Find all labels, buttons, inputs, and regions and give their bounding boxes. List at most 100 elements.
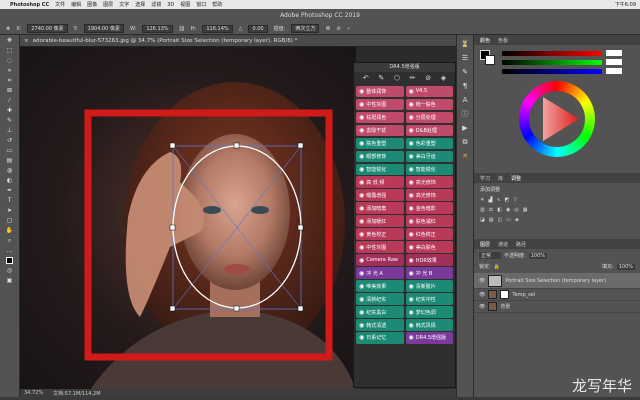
marquee-icon[interactable]: ⬚ bbox=[4, 46, 16, 55]
move-tool-icon[interactable]: ✥ bbox=[6, 26, 10, 32]
lock-icon[interactable]: 🔒 bbox=[494, 264, 500, 270]
color-balance-icon[interactable]: ⚖ bbox=[489, 207, 493, 213]
path-select-icon[interactable]: ➤ bbox=[4, 206, 16, 215]
plugin-button[interactable]: ◉ 冲 光 B bbox=[405, 267, 453, 279]
pen-icon[interactable]: ✒ bbox=[4, 186, 16, 195]
brightness-icon[interactable]: ☀ bbox=[480, 197, 484, 203]
tab-learn[interactable]: 学习 bbox=[480, 175, 490, 182]
green-value-field[interactable] bbox=[606, 59, 622, 65]
warp-icon[interactable]: ⌘ bbox=[325, 26, 330, 32]
plugin-button[interactable]: ◉ 智能锐化 bbox=[356, 163, 404, 175]
tab-paths[interactable]: 路径 bbox=[516, 241, 526, 248]
zoom-level[interactable]: 34.72% bbox=[24, 390, 43, 396]
plugin-button[interactable]: ◉ 统一肤色 bbox=[405, 98, 453, 110]
menu-item-file[interactable]: 文件 bbox=[55, 1, 65, 8]
plugin-button[interactable]: ◉ 添加暗角 bbox=[356, 202, 404, 214]
green-slider[interactable] bbox=[502, 60, 602, 65]
posterize-icon[interactable]: ▨ bbox=[489, 217, 494, 223]
plugin-button[interactable]: ◉ 美白肤色 bbox=[405, 241, 453, 253]
plugin-undo-icon[interactable]: ↶ bbox=[363, 74, 369, 82]
levels-icon[interactable]: ▟ bbox=[488, 197, 492, 203]
plugin-button[interactable]: ◉ 清新胶片 bbox=[405, 280, 453, 292]
visibility-eye-icon[interactable]: 👁 bbox=[479, 304, 485, 310]
menu-item-type[interactable]: 文字 bbox=[119, 1, 129, 8]
blue-slider[interactable] bbox=[502, 69, 602, 74]
history-brush-icon[interactable]: ↺ bbox=[4, 136, 16, 145]
plugin-button[interactable]: ◉ 色彩重塑 bbox=[405, 137, 453, 149]
zoom-icon[interactable]: ⌕ bbox=[4, 236, 16, 245]
plugin-button[interactable]: ◉ 去除干扰 bbox=[356, 124, 404, 136]
channel-mixer-icon[interactable]: ◎ bbox=[514, 207, 518, 213]
actions-panel-icon[interactable]: ▶ bbox=[460, 123, 470, 133]
opacity-field[interactable]: 100% bbox=[528, 252, 547, 259]
curves-icon[interactable]: ∿ bbox=[496, 197, 500, 203]
plugin-hexagon-icon[interactable]: ⬡ bbox=[394, 74, 400, 82]
layer-name[interactable]: Temp_sel bbox=[512, 292, 535, 298]
eyedropper-icon[interactable]: ⁄ bbox=[4, 96, 16, 105]
invert-icon[interactable]: ◪ bbox=[480, 217, 485, 223]
plugin-button[interactable]: ◉ 添加暖红 bbox=[356, 215, 404, 227]
plugin-button[interactable]: ◉ 冲 光 A bbox=[356, 267, 404, 279]
plugin-button[interactable]: ◉ 韩式风情 bbox=[405, 319, 453, 331]
layer-name[interactable]: 背景 bbox=[500, 303, 510, 310]
info-panel-icon[interactable]: ⓘ bbox=[460, 109, 470, 119]
plugin-button[interactable]: ◉ 曝露增强 bbox=[356, 189, 404, 201]
plugin-button[interactable]: ◉ 高 低 频 bbox=[356, 176, 404, 188]
color-triangle[interactable] bbox=[529, 91, 585, 147]
menu-item-edit[interactable]: 编辑 bbox=[71, 1, 81, 8]
plugin-button[interactable]: ◉ 韩式清透 bbox=[356, 319, 404, 331]
plugin-pencil-icon[interactable]: ✎ bbox=[378, 74, 384, 82]
healing-icon[interactable]: ✚ bbox=[4, 106, 16, 115]
character-panel-icon[interactable]: A bbox=[460, 95, 470, 105]
menu-item-filter[interactable]: 滤镜 bbox=[151, 1, 161, 8]
w-field[interactable]: 126.13% bbox=[142, 24, 173, 33]
red-value-field[interactable] bbox=[606, 50, 622, 56]
plugin-button[interactable]: ◉ 清新纪实 bbox=[356, 293, 404, 305]
brush-panel-icon[interactable]: ✎ bbox=[460, 67, 470, 77]
y-field[interactable]: 1904.00 像素 bbox=[83, 24, 124, 33]
plugin-button[interactable]: ◉ 纪实中性 bbox=[405, 293, 453, 305]
plugin-block-icon[interactable]: ⊘ bbox=[425, 74, 431, 82]
blur-icon[interactable]: ◍ bbox=[4, 166, 16, 175]
hand-icon[interactable]: ✋ bbox=[4, 226, 16, 235]
menu-item-window[interactable]: 窗口 bbox=[196, 1, 206, 8]
plugin-button[interactable]: ◉ 整体润饰 bbox=[356, 85, 404, 97]
menu-item-view[interactable]: 视图 bbox=[180, 1, 190, 8]
eraser-icon[interactable]: ▭ bbox=[4, 146, 16, 155]
brush-icon[interactable]: ✎ bbox=[4, 116, 16, 125]
menu-app-name[interactable]: Photoshop CC bbox=[10, 2, 49, 8]
layer-row[interactable]: 👁 背景 bbox=[474, 301, 640, 313]
hue-icon[interactable]: ▥ bbox=[480, 207, 485, 213]
layer-row[interactable]: 👁 Portrait Size Selection (temporary lay… bbox=[474, 273, 640, 289]
vibrance-icon[interactable]: ▽ bbox=[513, 197, 517, 203]
frame-icon[interactable]: ⊠ bbox=[4, 86, 16, 95]
threshold-icon[interactable]: ◫ bbox=[497, 217, 502, 223]
red-slider[interactable] bbox=[502, 51, 602, 56]
plugin-button[interactable]: ◉ 高光修饰 bbox=[405, 189, 453, 201]
more-tools-icon[interactable]: … bbox=[4, 246, 16, 255]
plugin-panel-icon[interactable]: ✕ bbox=[460, 151, 470, 161]
background-swatch[interactable] bbox=[485, 55, 495, 65]
plugin-button[interactable]: ◉ 智能锐化 bbox=[405, 163, 453, 175]
visibility-eye-icon[interactable]: 👁 bbox=[479, 292, 485, 298]
tab-adjustments[interactable]: 调整 bbox=[511, 175, 521, 182]
menu-item-3d[interactable]: 3D bbox=[167, 2, 174, 8]
cancel-icon[interactable]: ⊘ bbox=[336, 26, 340, 32]
menu-item-select[interactable]: 选择 bbox=[135, 1, 145, 8]
visibility-eye-icon[interactable]: 👁 bbox=[479, 278, 485, 284]
menu-item-image[interactable]: 图像 bbox=[87, 1, 97, 8]
move-icon[interactable]: ✥ bbox=[4, 36, 16, 45]
quick-mask-icon[interactable]: ◎ bbox=[4, 266, 16, 275]
link-icon[interactable]: ⛓ bbox=[179, 26, 185, 32]
properties-panel-icon[interactable]: ☰ bbox=[460, 53, 470, 63]
tab-channels[interactable]: 通道 bbox=[498, 241, 508, 248]
selective-color-icon[interactable]: ◈ bbox=[515, 217, 519, 223]
plugin-button[interactable]: ◉ 纪实黑白 bbox=[356, 306, 404, 318]
plugin-button[interactable]: ◉ 日系记忆 bbox=[356, 332, 404, 344]
close-tab-icon[interactable]: × bbox=[24, 38, 29, 44]
layer-row[interactable]: 👁 Temp_sel bbox=[474, 289, 640, 301]
plugin-button[interactable]: ◉ 眼部修饰 bbox=[356, 150, 404, 162]
plugin-button[interactable]: ◉ V4.5 bbox=[405, 85, 453, 97]
blue-value-field[interactable] bbox=[606, 68, 622, 74]
stamp-icon[interactable]: ⊥ bbox=[4, 126, 16, 135]
